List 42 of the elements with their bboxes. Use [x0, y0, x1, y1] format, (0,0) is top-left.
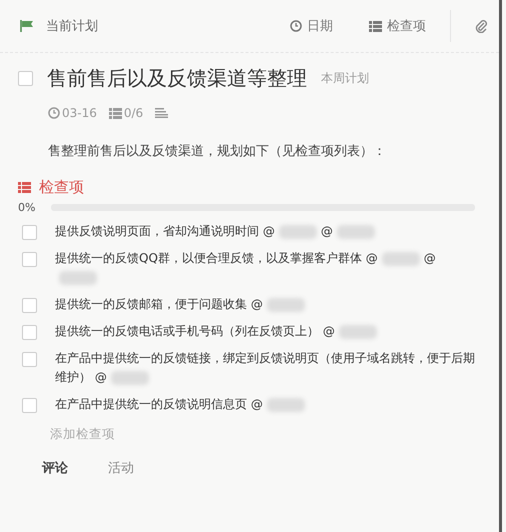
date-button[interactable]: 日期	[278, 17, 345, 35]
plan-label: 当前计划	[46, 18, 99, 35]
redacted-name	[110, 370, 149, 385]
redacted-name	[338, 324, 377, 339]
redacted-name	[278, 224, 317, 239]
redacted-name	[266, 398, 305, 412]
item-checkbox[interactable]	[22, 398, 37, 413]
item-checkbox[interactable]	[22, 225, 37, 240]
redacted-name	[382, 252, 420, 266]
tab[interactable]: 评论	[42, 459, 68, 477]
list-icon	[369, 20, 382, 32]
tab[interactable]: 活动	[108, 459, 134, 477]
redacted-name	[266, 298, 305, 312]
clock-icon	[48, 107, 60, 119]
progress-percent: 0%	[18, 201, 36, 214]
item-checkbox[interactable]	[22, 325, 37, 340]
redacted-name	[336, 224, 375, 239]
item-checkbox[interactable]	[22, 252, 37, 267]
checklist-count: 0/6	[124, 106, 144, 120]
checklist-item: 提供统一的反馈邮箱，便于问题收集 @	[55, 295, 309, 314]
due-date: 03-16	[62, 106, 97, 120]
paperclip-icon	[475, 19, 487, 33]
checklist-item: 在产品中提供统一的反馈说明信息页 @	[55, 395, 309, 414]
add-checklist-item[interactable]: 添加检查项	[50, 426, 475, 443]
checklist-title: 检查项	[39, 178, 84, 197]
description-icon	[155, 108, 168, 118]
checklist-item: 提供统一的反馈QQ群，以便合理反馈，以及掌握客户群体 @ @	[55, 249, 475, 287]
checklist-item: 提供统一的反馈电话或手机号码（列在反馈页上） @	[55, 322, 381, 341]
checklist-item: 在产品中提供统一的反馈链接，绑定到反馈说明页（使用子域名跳转，便于后期维护） @	[55, 350, 475, 387]
task-checkbox[interactable]	[18, 71, 33, 86]
checklist-icon	[18, 182, 31, 193]
clock-icon	[290, 20, 302, 32]
checklist-item: 提供反馈说明页面，省却沟通说明时间 @ @	[55, 222, 379, 241]
checklist-button[interactable]: 检查项	[357, 17, 438, 35]
flag-icon	[20, 20, 34, 32]
list-icon	[108, 108, 122, 118]
item-checkbox[interactable]	[22, 298, 37, 313]
task-description: 售整理前售后以及反馈渠道，规划如下（见检查项列表）：	[48, 143, 387, 160]
plan-tag[interactable]: 本周计划	[321, 70, 369, 87]
redacted-name	[59, 270, 97, 285]
item-checkbox[interactable]	[22, 352, 37, 367]
task-title: 售前售后以及反馈渠道等整理	[47, 65, 307, 92]
